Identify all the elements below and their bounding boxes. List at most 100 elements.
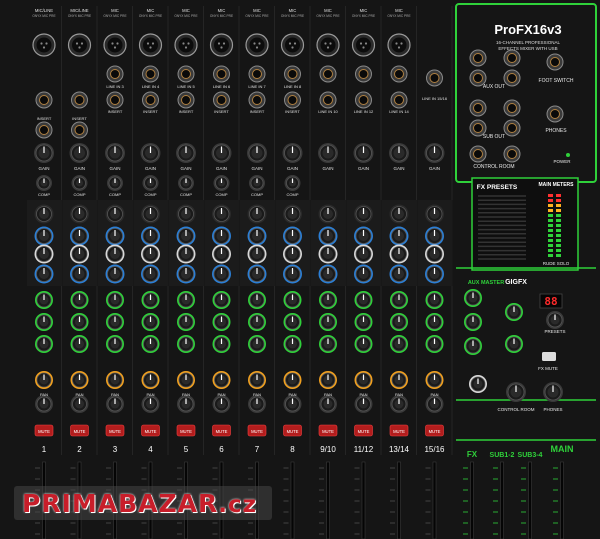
ch2-xlr-input-pin-3: [78, 46, 81, 49]
ch6-gain-label: GAIN: [216, 166, 227, 171]
ch10-number: 11/12: [354, 445, 374, 454]
ch4-xlr-input-pin-1: [146, 42, 150, 45]
ch1-xlr-input-pin-3: [42, 46, 46, 49]
meter-led: [548, 244, 553, 247]
ch6-insert-jack-hole: [216, 95, 227, 105]
ch9-fader-slot: [326, 461, 330, 539]
ch8-mute-label: MUTE: [287, 429, 299, 434]
ch11-line-jack-l-hole: [394, 69, 404, 79]
meter-led: [548, 209, 553, 212]
ch6-pan-label: PAN: [218, 392, 226, 397]
ch11-line-label: LINE IN 14: [389, 109, 409, 114]
ch4-comp-label: COMP: [145, 192, 157, 197]
ch4-insert-label: INSERT: [143, 109, 158, 114]
ch11-line-jack-r-hole: [394, 95, 404, 105]
ch3-pan-label: PAN: [111, 392, 119, 397]
ch11-input-label: MIC: [395, 8, 403, 13]
ch9-xlr-input-pin-1: [324, 42, 327, 45]
ch11-gain-label: GAIN: [393, 166, 404, 171]
ch5-xlr-input-inner: [178, 37, 194, 53]
ch11-pan-label: PAN: [395, 392, 403, 397]
ch10-line-label: LINE IN 12: [354, 109, 374, 114]
meter-led: [556, 214, 561, 217]
ch4-xlr-input-pin-2: [151, 42, 155, 45]
ch10-pre-label: ONYX MIC PRE: [352, 14, 375, 18]
ch5-line-jack-hole: [181, 69, 191, 79]
meter-led: [548, 224, 553, 227]
sub-out-jack-4-hole: [507, 123, 517, 133]
ch2-input-label: MIC/LINE: [70, 8, 88, 13]
ch10-input-label: MIC: [360, 8, 368, 13]
ch6-xlr-input-pin-1: [217, 42, 221, 45]
ch7-input-label: MIC: [253, 8, 261, 13]
ch7-insert-jack-hole: [252, 95, 262, 105]
ch10-line-jack-r-hole: [358, 95, 369, 105]
sub-out-jack-3-hole: [507, 103, 517, 113]
ch5-pre-label: ONYX MIC PRE: [174, 14, 197, 18]
meter-led: [548, 239, 553, 242]
ch4-insert-jack-hole: [145, 95, 156, 105]
ch6-xlr-input-inner: [214, 37, 229, 53]
ch3-mute-label: MUTE: [109, 429, 121, 434]
ch12-line-label: LINE IN 15/16: [422, 96, 448, 101]
mixer-body: MIC/LINE ONYX MIC PRE INSERT GAIN COMP PAN MUT…: [0, 0, 600, 539]
ch1-gain-label: GAIN: [38, 166, 49, 171]
ch4-gain-label: GAIN: [145, 166, 156, 171]
ch7-gain-label: GAIN: [251, 166, 262, 171]
meter-led: [548, 229, 553, 232]
ch12-gain-label: GAIN: [429, 166, 440, 171]
ch11-xlr-input-pin-2: [400, 42, 403, 45]
ch11-pre-label: ONYX MIC PRE: [387, 14, 410, 18]
ch2-xlr-input-inner: [72, 37, 87, 53]
ch6-input-label: MIC: [218, 8, 226, 13]
aux-out-jack-3-hole: [507, 53, 517, 63]
ch6-xlr-input-pin-3: [220, 46, 223, 49]
ch11-mute-label: MUTE: [393, 429, 405, 434]
ch12-number: 15/16: [424, 445, 445, 454]
ch8-gain-label: GAIN: [287, 166, 298, 171]
meter-led: [548, 254, 553, 257]
ch1-mute-label: MUTE: [38, 429, 50, 434]
ch6-line-label: LINE IN 6: [213, 84, 231, 89]
ch2-comp-label: COMP: [74, 192, 86, 197]
ch7-insert-label: INSERT: [250, 109, 265, 114]
meter-led: [548, 204, 553, 207]
aux-out-jack-2-hole: [473, 73, 483, 83]
ch1-comp-label: COMP: [38, 192, 50, 197]
ch7-line-label: LINE IN 7: [248, 84, 266, 89]
ch4-mute-label: MUTE: [145, 429, 157, 434]
meter-led: [556, 224, 561, 227]
ch11-xlr-input-inner: [391, 37, 407, 53]
ch9-xlr-input-pin-2: [329, 42, 332, 45]
ch8-xlr-input-pin-3: [291, 46, 294, 49]
ch2-insert-jack-hole: [74, 125, 85, 135]
ch5-mute-label: MUTE: [180, 429, 192, 434]
ch1-xlr-input-pin-2: [45, 42, 48, 45]
ch4-number: 4: [148, 445, 153, 454]
ch5-comp-label: COMP: [180, 192, 192, 197]
ch10-gain-label: GAIN: [358, 166, 369, 171]
sub34-fader-slot: [528, 461, 532, 539]
foot-switch-jack-hole: [550, 57, 560, 67]
ch4-line-jack-hole: [145, 69, 156, 79]
ch12-pan-label: PAN: [431, 392, 439, 397]
ch3-line-label: LINE IN 3: [106, 84, 124, 89]
fx-mute-button[interactable]: [542, 352, 556, 361]
meter-led: [556, 199, 561, 202]
meter-led: [548, 249, 553, 252]
meter-led: [556, 204, 561, 207]
meter-led: [548, 199, 553, 202]
sub-out-jack-2-hole: [473, 123, 483, 133]
ch7-number: 7: [255, 445, 260, 454]
mixer-panel: MIC/LINE ONYX MIC PRE INSERT GAIN COMP PAN MUT…: [0, 0, 600, 539]
ch3-input-label: MIC: [111, 8, 119, 13]
ch11-number: 13/14: [389, 445, 410, 454]
ch1-insert-label: INSERT: [37, 116, 52, 121]
ch9-number: 9/10: [320, 445, 336, 454]
ch10-xlr-input-inner: [356, 37, 371, 53]
ch8-fader-slot: [290, 461, 295, 539]
meter-led: [548, 194, 553, 197]
ch8-input-label: MIC: [289, 8, 297, 13]
ch7-xlr-input-pin-2: [258, 42, 261, 45]
ch5-xlr-input-pin-3: [184, 46, 188, 49]
